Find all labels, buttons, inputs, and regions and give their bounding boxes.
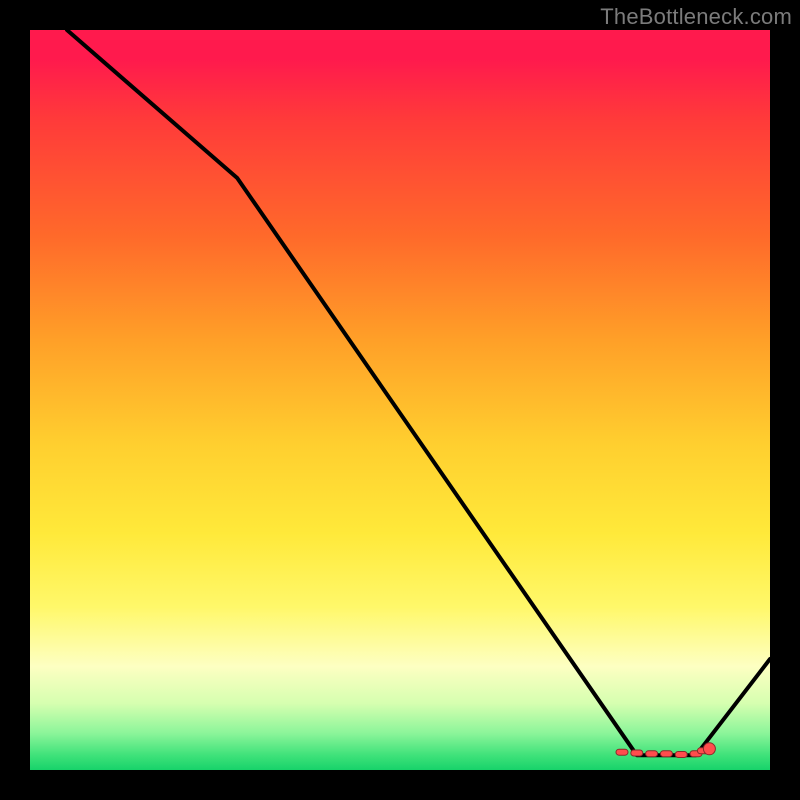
watermark-text: TheBottleneck.com [600, 4, 792, 30]
chart-frame: TheBottleneck.com [0, 0, 800, 800]
chart-marker [675, 752, 687, 758]
chart-marker [631, 750, 643, 756]
chart-series-line [67, 30, 770, 755]
chart-overlay [30, 30, 770, 770]
chart-marker-end [703, 743, 715, 755]
chart-marker [616, 749, 628, 755]
chart-marker [646, 751, 658, 757]
chart-marker [660, 751, 672, 757]
